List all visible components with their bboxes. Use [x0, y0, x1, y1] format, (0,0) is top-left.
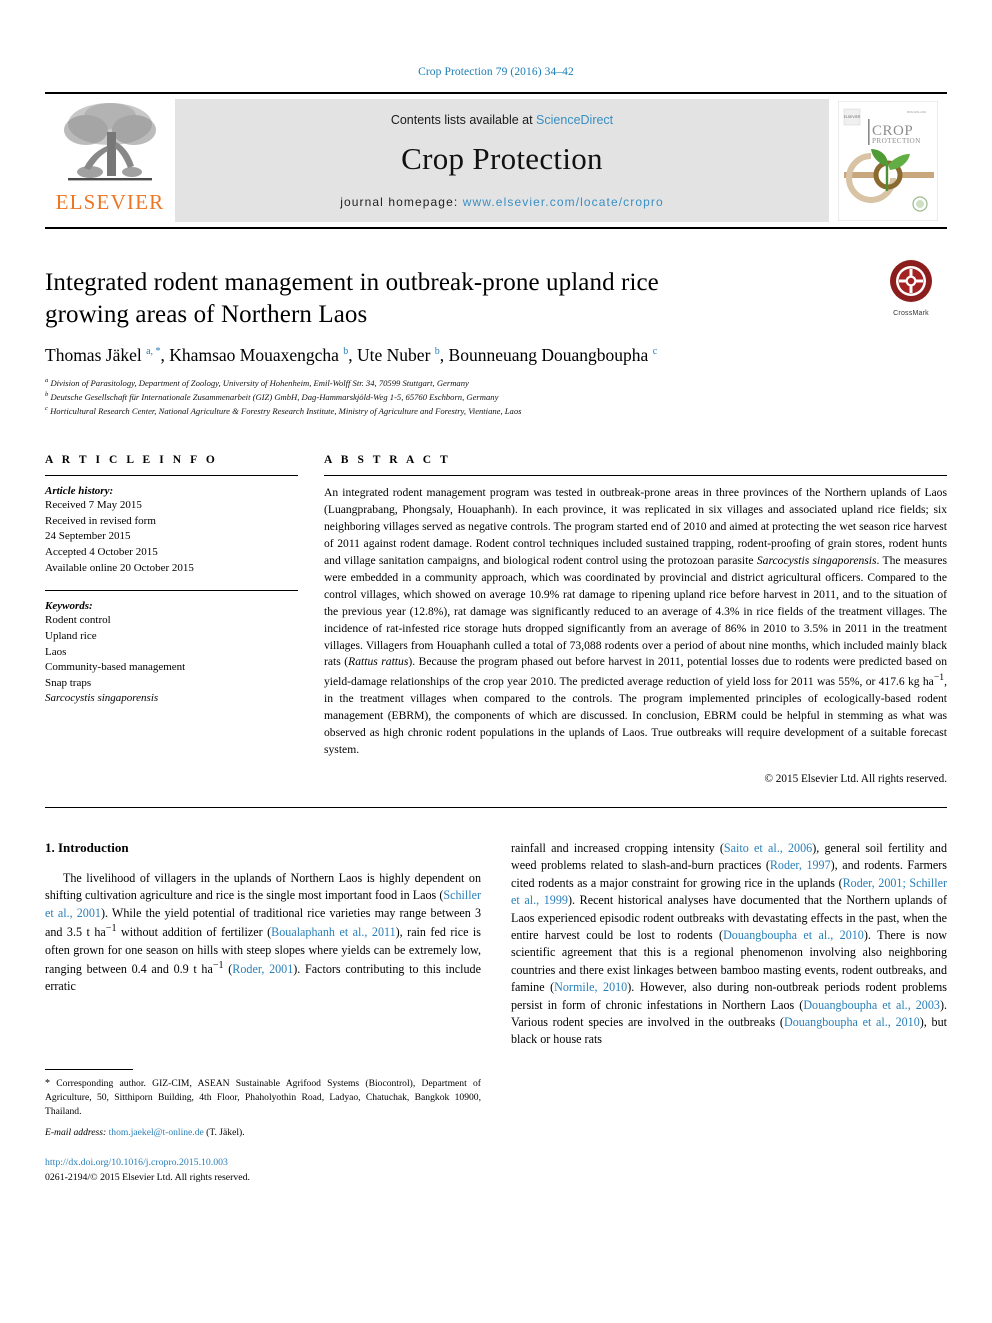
abstract-heading: A B S T R A C T — [324, 454, 451, 467]
footnote-block: * Corresponding author. GIZ-CIM, ASEAN S… — [45, 1069, 481, 1185]
divider — [324, 475, 947, 477]
list-item: Rodent control — [45, 614, 111, 627]
author-list: Thomas Jäkel a, *, Khamsao Mouaxengcha b… — [45, 345, 658, 365]
abstract-column: A B S T R A C T An integrated rodent man… — [324, 454, 947, 785]
crossmark-label: CrossMark — [893, 310, 929, 317]
journal-masthead: ELSEVIER Contents lists available at Sci… — [45, 92, 947, 229]
email-note: E-mail address: thom.jaekel@t-online.de … — [45, 1126, 481, 1140]
abstract-copyright: © 2015 Elsevier Ltd. All rights reserved… — [764, 772, 948, 785]
body-columns: 1. Introduction The livelihood of villag… — [45, 840, 947, 1185]
affiliation-item: b Deutsche Gesellschaft für Internationa… — [45, 390, 499, 402]
list-item: Available online 20 October 2015 — [45, 561, 194, 574]
corresponding-author-note: * Corresponding author. GIZ-CIM, ASEAN S… — [45, 1078, 481, 1118]
title-block: CrossMark Integrated rodent management i… — [45, 260, 947, 419]
info-abstract-section: A R T I C L E I N F O Article history: R… — [45, 454, 947, 785]
journal-banner: Contents lists available at ScienceDirec… — [175, 99, 829, 222]
elsevier-logo: ELSEVIER — [45, 94, 175, 227]
svg-text:PROTECTION: PROTECTION — [872, 137, 921, 145]
affiliation-item: a Division of Parasitology, Department o… — [45, 376, 469, 388]
list-item: Upland rice — [45, 629, 97, 642]
paper-page: Crop Protection 79 (2016) 34–42 ELSEVIER… — [0, 0, 992, 1323]
abstract-text: An integrated rodent management program … — [324, 486, 948, 756]
introduction-paragraph-left: The livelihood of villagers in the uplan… — [45, 870, 482, 994]
keyword-list: Rodent control Upland rice Laos Community-b… — [45, 613, 298, 707]
list-item: Sarcocystis singaporensis — [45, 692, 159, 705]
crossmark-badge[interactable]: CrossMark — [875, 259, 947, 317]
list-item: Snap traps — [45, 676, 92, 689]
list-item: Accepted 4 October 2015 — [45, 546, 158, 559]
divider — [45, 590, 298, 592]
svg-text:ISSN 0261-2194: ISSN 0261-2194 — [907, 110, 927, 114]
email-label: E-mail address: — [45, 1126, 107, 1138]
contents-line: Contents lists available at ScienceDirec… — [391, 113, 613, 127]
homepage-prefix: journal homepage: — [340, 194, 463, 209]
article-info-heading: A R T I C L E I N F O — [45, 454, 218, 467]
list-item: Received in revised form — [45, 514, 156, 527]
list-item: Laos — [45, 645, 67, 658]
article-history-list: Received 7 May 2015 Received in revised f… — [45, 498, 298, 576]
list-item: Received 7 May 2015 — [45, 499, 142, 512]
email-link[interactable]: thom.jaekel@t-online.de — [109, 1127, 204, 1138]
journal-cover-thumbnail: ELSEVIER CROP PROTECTION ISSN 0261-2194 — [829, 94, 947, 227]
crossmark-icon — [890, 260, 932, 302]
journal-title: Crop Protection — [401, 140, 603, 176]
sciencedirect-link[interactable]: ScienceDirect — [536, 113, 613, 127]
list-item: Community-based management — [45, 661, 186, 674]
affiliation-list: a Division of Parasitology, Department o… — [45, 376, 947, 419]
email-suffix: (T. Jäkel). — [206, 1126, 245, 1138]
keywords-label: Keywords: — [45, 600, 93, 613]
svg-text:ELSEVIER: ELSEVIER — [844, 115, 861, 119]
issn-copyright: 0261-2194/© 2015 Elsevier Ltd. All right… — [45, 1171, 250, 1183]
elsevier-tree-icon — [64, 103, 156, 181]
divider — [45, 475, 298, 477]
crop-protection-cover-icon: ELSEVIER CROP PROTECTION ISSN 0261-2194 — [838, 100, 938, 221]
journal-homepage-link[interactable]: www.elsevier.com/locate/cropro — [463, 195, 664, 209]
article-history-label: Article history: — [45, 485, 114, 498]
doi-link[interactable]: http://dx.doi.org/10.1016/j.cropro.2015.… — [45, 1156, 481, 1170]
introduction-heading: 1. Introduction — [45, 839, 129, 855]
page-title: Integrated rodent management in outbreak… — [45, 269, 659, 328]
divider-section — [45, 806, 947, 808]
elsevier-wordmark: ELSEVIER — [55, 190, 165, 214]
footnote-rule — [45, 1069, 133, 1071]
body-column-right: rainfall and increased cropping intensit… — [511, 840, 947, 1185]
journal-homepage-line: journal homepage: www.elsevier.com/locat… — [340, 195, 664, 209]
body-column-left: 1. Introduction The livelihood of villag… — [45, 840, 481, 1185]
list-item: 24 September 2015 — [45, 530, 131, 543]
running-head: Crop Protection 79 (2016) 34–42 — [418, 66, 574, 78]
introduction-paragraph-right: rainfall and increased cropping intensit… — [511, 840, 948, 1047]
article-info-column: A R T I C L E I N F O Article history: R… — [45, 454, 298, 785]
affiliation-item: c Horticultural Research Center, Nationa… — [45, 405, 522, 416]
contents-prefix: Contents lists available at — [390, 112, 537, 127]
